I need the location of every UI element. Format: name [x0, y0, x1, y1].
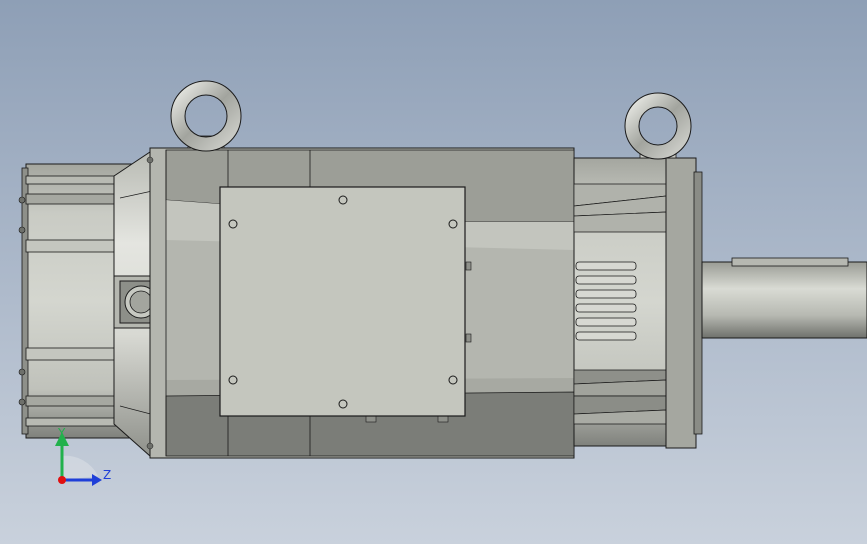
front-flange [665, 157, 703, 449]
cad-viewport[interactable]: Y Z [0, 0, 867, 544]
output-shaft [701, 257, 867, 339]
front-section [573, 157, 667, 447]
triad-origin [58, 476, 66, 484]
z-axis-label: Z [103, 468, 111, 482]
eye-bolt-icon [170, 80, 242, 152]
y-axis-label: Y [57, 426, 66, 440]
motor-model: Y Z [18, 80, 867, 486]
eye-bolt-icon [624, 92, 692, 160]
terminal-cover-plate [219, 186, 466, 417]
